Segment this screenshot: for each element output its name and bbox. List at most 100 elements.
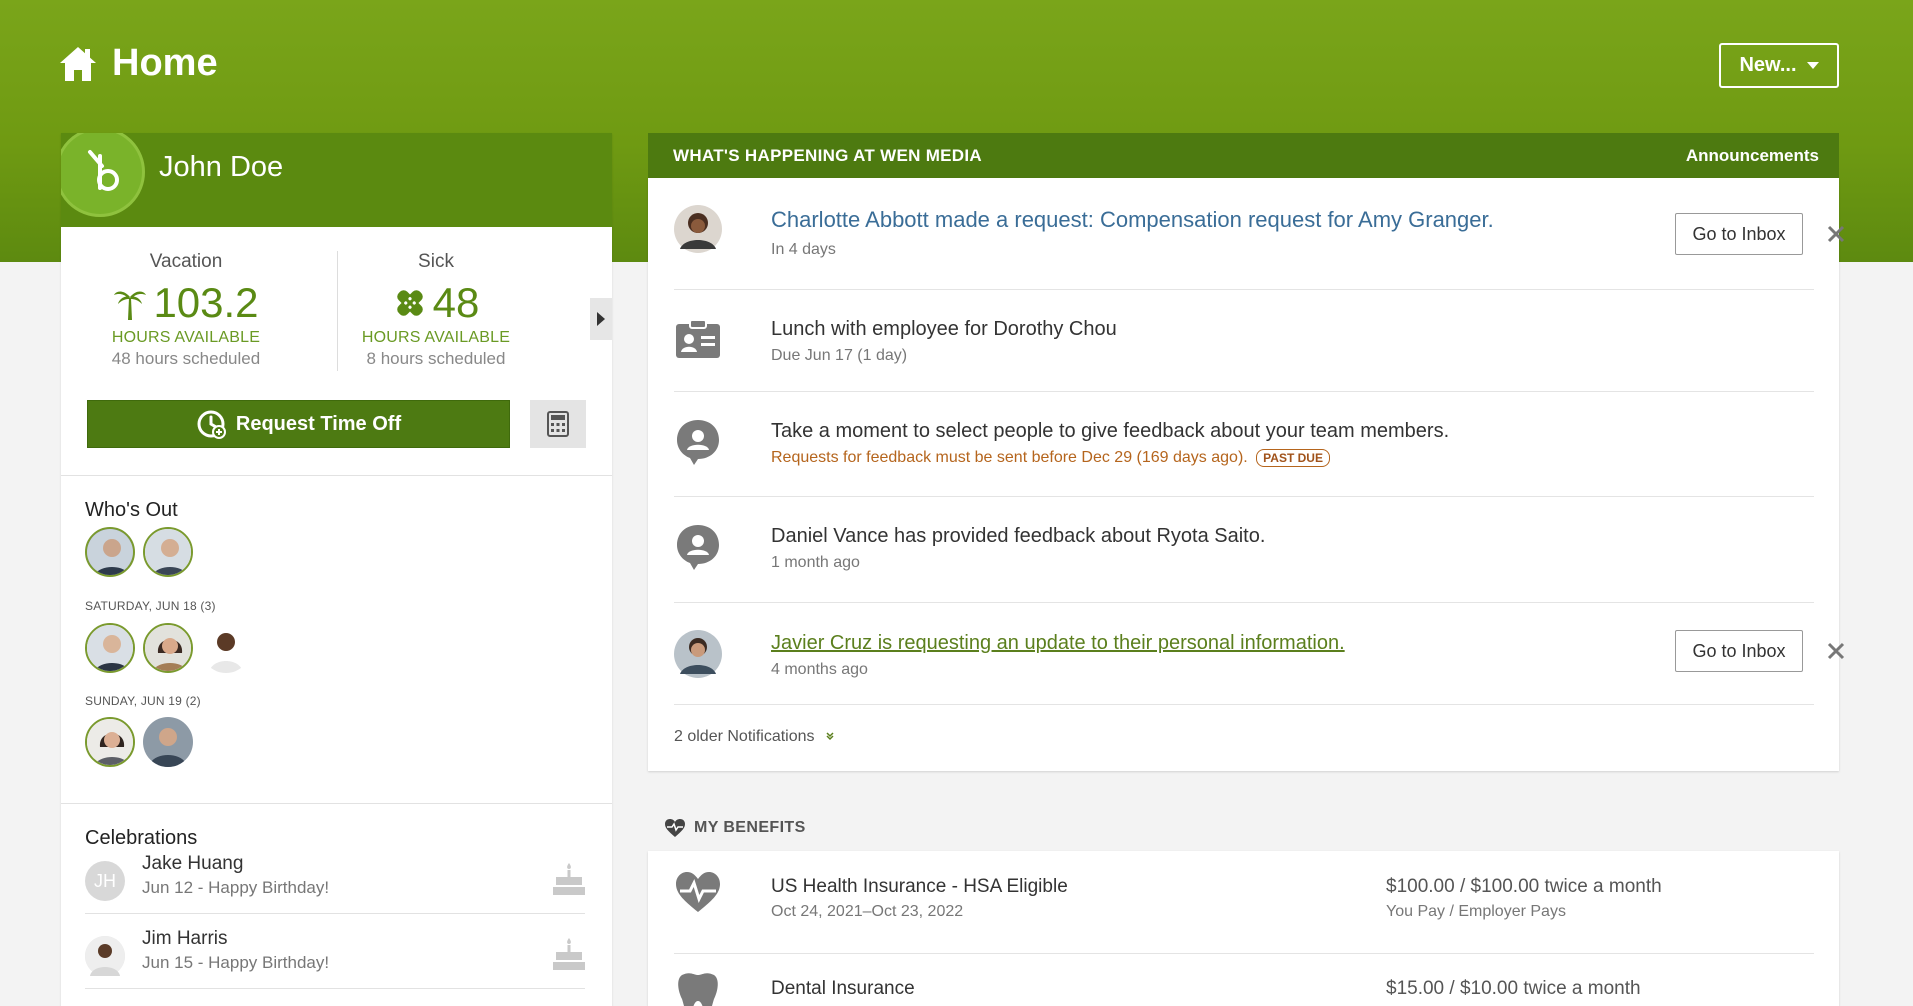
new-button[interactable]: New... (1719, 43, 1839, 88)
notification-title: Take a moment to select people to give f… (771, 420, 1450, 442)
divider (85, 913, 585, 914)
feedback-icon (677, 420, 719, 465)
benefits-card: US Health Insurance - HSA Eligible Oct 2… (648, 851, 1839, 1006)
benefit-item[interactable]: US Health Insurance - HSA Eligible Oct 2… (674, 851, 1814, 921)
notification-time: 1 month ago (771, 554, 860, 571)
feedback-icon (677, 525, 719, 570)
calculator-button[interactable] (530, 400, 586, 448)
bamboo-logo-icon (88, 150, 119, 191)
avatar (85, 936, 125, 976)
request-time-off-label: Request Time Off (235, 412, 402, 435)
benefit-cost: $15.00 / $10.00 twice a month (1386, 978, 1641, 999)
past-due-badge: PAST DUE (1256, 449, 1330, 467)
person-photo-icon (85, 936, 125, 976)
avatar[interactable] (201, 623, 251, 673)
page-title-text: Home (112, 42, 218, 84)
avatar[interactable] (674, 205, 722, 253)
notification-time: In 4 days (771, 241, 836, 258)
person-photo-icon (87, 719, 133, 765)
page-title: Home (58, 42, 218, 85)
benefit-payers: You Pay / Employer Pays (1386, 903, 1566, 920)
avatar[interactable] (61, 133, 145, 217)
bandage-icon (396, 290, 423, 316)
person-photo-icon (145, 625, 191, 671)
double-chevron-down-icon (826, 732, 834, 741)
close-icon[interactable] (1826, 224, 1846, 244)
tooth-icon (678, 973, 718, 1006)
news-header: WHAT'S HAPPENING AT WEN MEDIA Announceme… (648, 133, 1839, 178)
person-photo-icon (201, 623, 251, 673)
benefit-name: Dental Insurance (771, 978, 915, 999)
benefit-dates: Oct 24, 2021–Oct 23, 2022 (771, 903, 964, 920)
id-card-icon (676, 319, 720, 358)
avatar[interactable] (85, 527, 135, 577)
divider (674, 496, 1814, 497)
notification-due: Due Jun 17 (1 day) (771, 347, 908, 364)
announcements-link[interactable]: Announcements (1686, 146, 1819, 166)
profile-header: John Doe (61, 133, 612, 227)
vacation-label: Vacation (149, 251, 223, 272)
date-label: SUNDAY, JUN 19 (2) (85, 694, 201, 708)
benefit-name: US Health Insurance - HSA Eligible (771, 876, 1068, 897)
profile-name[interactable]: John Doe (159, 151, 283, 184)
chevron-right-icon (597, 312, 605, 326)
calculator-icon (547, 411, 569, 437)
divider (674, 704, 1814, 705)
sick-balance[interactable]: Sick 48 HOURS AVAILABLE 8 hours schedule… (311, 251, 561, 369)
divider (61, 475, 612, 476)
notification-title: Daniel Vance has provided feedback about… (771, 525, 1266, 547)
chevron-down-icon (1806, 62, 1819, 69)
go-to-inbox-button[interactable]: Go to Inbox (1675, 213, 1803, 255)
clock-plus-icon (197, 410, 226, 439)
benefits-title: MY BENEFITS (664, 818, 806, 838)
cake-icon (553, 938, 585, 970)
avatar-initials: JH (85, 861, 125, 901)
celebration-detail: Jun 15 - Happy Birthday! (142, 953, 330, 972)
notification-item: Lunch with employee for Dorothy Chou Due… (674, 316, 1814, 386)
cake-icon (553, 863, 585, 895)
sick-scheduled: 8 hours scheduled (366, 349, 506, 368)
avatar[interactable] (143, 623, 193, 673)
benefit-item[interactable]: Dental Insurance $15.00 / $10.00 twice a… (674, 953, 1814, 1006)
divider (674, 391, 1814, 392)
benefits-title-text: MY BENEFITS (694, 819, 806, 836)
celebration-name: Jim Harris (142, 928, 228, 949)
divider (674, 602, 1814, 603)
celebrations-title: Celebrations (85, 827, 198, 849)
avatar[interactable] (85, 623, 135, 673)
vacation-balance[interactable]: Vacation 103.2 HOURS AVAILABLE 48 hours … (61, 251, 311, 369)
notification-item: Charlotte Abbott made a request: Compens… (674, 205, 1845, 285)
notification-item: Daniel Vance has provided feedback about… (674, 523, 1814, 593)
avatar[interactable] (143, 527, 193, 577)
request-time-off-button[interactable]: Request Time Off (87, 400, 510, 448)
notifications-card: Charlotte Abbott made a request: Compens… (648, 178, 1845, 771)
notification-warning-text: Requests for feedback must be sent befor… (771, 449, 1248, 466)
notification-title-link[interactable]: Javier Cruz is requesting an update to t… (771, 632, 1345, 655)
new-button-label: New... (1739, 54, 1797, 76)
vacation-unit: HOURS AVAILABLE (111, 329, 261, 346)
person-photo-icon (143, 717, 193, 767)
avatar[interactable] (85, 717, 135, 767)
avatar[interactable] (674, 630, 722, 678)
person-photo-icon (87, 529, 133, 575)
close-icon[interactable] (1826, 641, 1846, 661)
news-title: WHAT'S HAPPENING AT WEN MEDIA (673, 146, 982, 165)
health-heart-icon (676, 872, 720, 912)
older-notifications-link[interactable]: 2 older Notifications (674, 728, 835, 746)
go-to-inbox-button[interactable]: Go to Inbox (1675, 630, 1803, 672)
benefit-cost: $100.00 / $100.00 twice a month (1386, 876, 1662, 897)
notification-time: 4 months ago (771, 661, 868, 678)
notification-item: Take a moment to select people to give f… (674, 418, 1814, 488)
palm-tree-icon (114, 291, 147, 320)
notification-title-link[interactable]: Charlotte Abbott made a request: Compens… (771, 207, 1494, 233)
whos-out-title: Who's Out (85, 499, 178, 521)
vacation-scheduled: 48 hours scheduled (111, 349, 261, 368)
profile-panel: John Doe Vacation 103.2 HOURS AVAILABLE … (61, 133, 612, 1006)
celebration-detail: Jun 12 - Happy Birthday! (142, 878, 330, 897)
sick-amount: 48 (432, 279, 480, 326)
home-icon (60, 46, 96, 81)
balance-next-arrow[interactable] (590, 298, 612, 340)
notification-warning: Requests for feedback must be sent befor… (771, 449, 1330, 467)
divider (674, 289, 1814, 290)
avatar[interactable] (143, 717, 193, 767)
